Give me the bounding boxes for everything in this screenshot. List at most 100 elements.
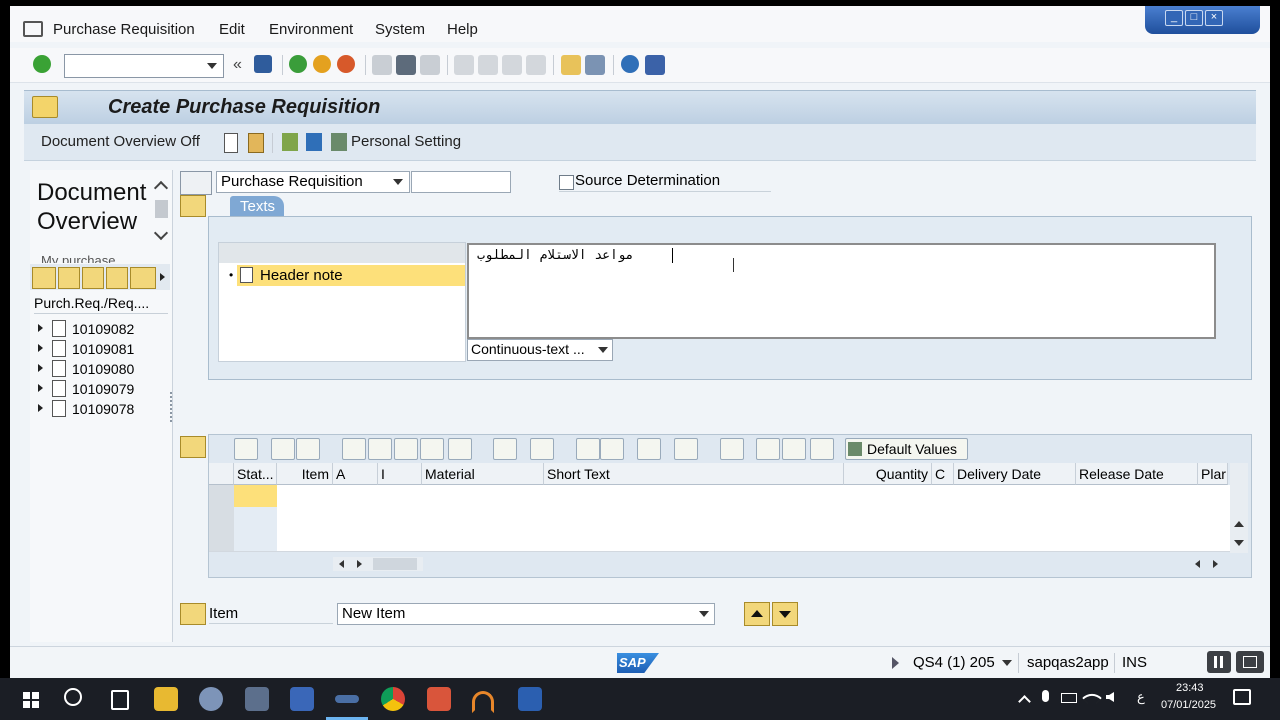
- copy-icon[interactable]: [58, 267, 80, 289]
- table-cell[interactable]: [422, 529, 545, 552]
- column-header[interactable]: Release Date: [1076, 463, 1198, 485]
- filter-icon[interactable]: [448, 438, 472, 460]
- sap-logon-icon[interactable]: [335, 695, 359, 703]
- save-icon[interactable]: [254, 55, 272, 73]
- expand-arrow-icon[interactable]: [38, 344, 43, 352]
- next-page-icon[interactable]: [502, 55, 522, 75]
- presentation-app-icon[interactable]: [427, 687, 451, 711]
- hierarchy-icon[interactable]: [782, 438, 806, 460]
- text-editor[interactable]: مواعد الاستلام المطلوب: [467, 243, 1216, 339]
- table-cell[interactable]: [1076, 529, 1199, 552]
- file-explorer-icon[interactable]: [154, 687, 178, 711]
- tree-item[interactable]: 10109079: [30, 379, 170, 399]
- last-page-icon[interactable]: [526, 55, 546, 75]
- column-header[interactable]: Quantity: [844, 463, 932, 485]
- expand-arrow-icon[interactable]: [38, 404, 43, 412]
- column-header[interactable]: Stat...: [234, 463, 277, 485]
- sort-ascending-icon[interactable]: [342, 438, 366, 460]
- restore-button[interactable]: □: [1185, 10, 1203, 26]
- info-icon[interactable]: [306, 133, 322, 151]
- table-cell[interactable]: [1198, 529, 1231, 552]
- chevron-down-icon[interactable]: [207, 63, 217, 69]
- menu-system[interactable]: System: [375, 21, 425, 38]
- exit-icon[interactable]: [313, 55, 331, 73]
- customize-layout-icon[interactable]: [645, 55, 665, 75]
- volume-icon[interactable]: [1106, 692, 1114, 702]
- column-header[interactable]: Short Text: [544, 463, 844, 485]
- print-icon[interactable]: [576, 438, 600, 460]
- clock-date[interactable]: 07/01/2025: [1161, 699, 1216, 711]
- scrollbar-thumb[interactable]: [155, 200, 168, 218]
- chevron-down-icon[interactable]: [598, 347, 608, 353]
- table-cell[interactable]: [954, 529, 1077, 552]
- next-item-button[interactable]: [772, 602, 798, 626]
- refresh-icon[interactable]: [82, 267, 104, 289]
- splitter-handle[interactable]: [170, 392, 175, 422]
- table-cell[interactable]: [378, 485, 423, 508]
- headset-app-icon[interactable]: [472, 691, 494, 713]
- windows-start-icon[interactable]: [23, 692, 39, 708]
- tree-item[interactable]: 10109078: [30, 399, 170, 419]
- table-cell[interactable]: [932, 507, 955, 530]
- scroll-down-icon[interactable]: [153, 225, 169, 241]
- previous-item-button[interactable]: [744, 602, 770, 626]
- scroll-right-icon[interactable]: [357, 560, 362, 568]
- search-icon[interactable]: [64, 688, 82, 706]
- table-cell[interactable]: [544, 507, 845, 530]
- shortcut-icon[interactable]: [585, 55, 605, 75]
- table-cell[interactable]: [932, 485, 955, 508]
- horizontal-scrollbar-left[interactable]: [333, 557, 423, 571]
- source-determination-checkbox[interactable]: [559, 175, 574, 190]
- chevron-down-icon[interactable]: [1002, 660, 1012, 666]
- table-cell[interactable]: [844, 529, 933, 552]
- vertical-scrollbar[interactable]: [1230, 463, 1248, 553]
- table-cell[interactable]: [544, 485, 845, 508]
- find-next-icon[interactable]: [420, 438, 444, 460]
- delete-icon[interactable]: [296, 438, 320, 460]
- hold-icon[interactable]: [282, 133, 298, 151]
- scroll-down-icon[interactable]: [1234, 540, 1244, 546]
- table-cell[interactable]: [378, 507, 423, 530]
- table-cell[interactable]: [844, 507, 933, 530]
- expand-arrow-icon[interactable]: [38, 384, 43, 392]
- column-header[interactable]: C: [932, 463, 954, 485]
- table-cell[interactable]: [422, 485, 545, 508]
- tree-column-header[interactable]: Purch.Req./Req....: [34, 295, 168, 314]
- row-selector[interactable]: [209, 485, 235, 508]
- new-session-icon[interactable]: [561, 55, 581, 75]
- sum-icon[interactable]: [493, 438, 517, 460]
- row-selector[interactable]: [209, 529, 235, 552]
- paste-icon[interactable]: [756, 438, 780, 460]
- find-icon[interactable]: [106, 267, 128, 289]
- info-icon[interactable]: [720, 438, 744, 460]
- header-expand-icon[interactable]: [180, 195, 206, 217]
- tree-item-header-note[interactable]: Header note: [237, 265, 465, 286]
- previous-page-icon[interactable]: [478, 55, 498, 75]
- chevron-down-icon[interactable]: [393, 179, 403, 185]
- tree-item[interactable]: 10109080: [30, 359, 170, 379]
- task-view-icon[interactable]: [111, 690, 129, 710]
- document-type-select[interactable]: Purchase Requisition: [216, 171, 410, 193]
- table-cell[interactable]: [1198, 485, 1231, 508]
- expand-arrow-icon[interactable]: [38, 364, 43, 372]
- app-icon[interactable]: [32, 96, 58, 118]
- table-cell[interactable]: [954, 485, 1077, 508]
- tree-item[interactable]: 10109082: [30, 319, 170, 339]
- scroll-up-icon[interactable]: [1234, 521, 1244, 527]
- personal-setting-button[interactable]: Personal Setting: [351, 133, 461, 150]
- scrollbar-thumb[interactable]: [373, 558, 417, 570]
- layout-icon[interactable]: [674, 438, 698, 460]
- subtotal-icon[interactable]: [530, 438, 554, 460]
- table-cell[interactable]: [544, 529, 845, 552]
- microphone-icon[interactable]: [1042, 690, 1049, 702]
- table-cell[interactable]: [234, 529, 278, 552]
- more-arrow-icon[interactable]: [160, 273, 165, 281]
- enter-icon[interactable]: [33, 55, 51, 73]
- chevron-down-icon[interactable]: [699, 611, 709, 617]
- collapse-icon[interactable]: «: [233, 56, 242, 74]
- item-overview-expand-icon[interactable]: [180, 436, 206, 458]
- calculator-icon[interactable]: [245, 687, 269, 711]
- table-cell[interactable]: [932, 529, 955, 552]
- tab-texts[interactable]: Texts: [230, 196, 284, 217]
- input-language[interactable]: ع: [1137, 689, 1145, 705]
